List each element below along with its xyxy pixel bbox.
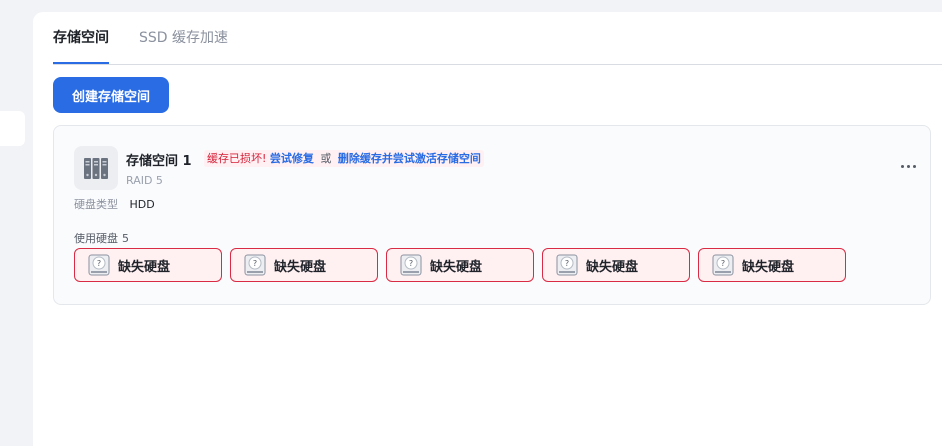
disk-slot[interactable]: ? 缺失硬盘: [698, 248, 846, 282]
svg-text:?: ?: [565, 259, 569, 268]
used-disks-count: 5: [122, 232, 129, 245]
tab-storage-space[interactable]: 存储空间: [53, 12, 109, 64]
used-disks-label: 使用硬盘: [74, 232, 118, 245]
svg-text:?: ?: [253, 259, 257, 268]
delete-cache-link[interactable]: 删除缓存并尝试激活存储空间: [338, 152, 481, 165]
storage-volume-icon: [74, 146, 118, 190]
repair-link[interactable]: 尝试修复: [270, 152, 314, 165]
svg-text:?: ?: [721, 259, 725, 268]
storage-volume-card: 存储空间 1 缓存已损坏! 尝试修复 或 删除缓存并尝试激活存储空间 RAID …: [53, 125, 931, 305]
create-storage-space-button[interactable]: 创建存储空间: [53, 77, 169, 113]
cache-error-text: 缓存已损坏!: [207, 152, 267, 165]
disk-label: 缺失硬盘: [118, 259, 171, 275]
volume-name: 存储空间 1: [126, 154, 192, 169]
disk-slot[interactable]: ? 缺失硬盘: [386, 248, 534, 282]
main-panel: 存储空间 SSD 缓存加速 创建存储空间 存储空间 1 缓存已损坏! 尝试修复 …: [33, 12, 942, 446]
svg-text:?: ?: [97, 259, 101, 268]
missing-disk-icon: ?: [556, 254, 578, 276]
disk-label: 缺失硬盘: [430, 259, 483, 275]
left-panel-stub: [0, 111, 25, 146]
disk-label: 缺失硬盘: [586, 259, 639, 275]
tab-ssd-cache[interactable]: SSD 缓存加速: [139, 12, 228, 64]
disk-label: 缺失硬盘: [274, 259, 327, 275]
missing-disk-icon: ?: [88, 254, 110, 276]
cache-alert: 缓存已损坏! 尝试修复 或 删除缓存并尝试激活存储空间: [204, 150, 484, 167]
svg-text:?: ?: [409, 259, 413, 268]
raid-level: RAID 5: [126, 174, 163, 187]
tab-divider: [53, 64, 942, 65]
disk-slot[interactable]: ? 缺失硬盘: [74, 248, 222, 282]
disk-type-value: HDD: [129, 198, 155, 211]
or-text: 或: [320, 152, 332, 165]
more-options-icon[interactable]: [896, 156, 920, 176]
disk-type-row: 硬盘类型 HDD: [74, 196, 155, 212]
missing-disk-icon: ?: [244, 254, 266, 276]
used-disks-row: 使用硬盘 5: [74, 230, 129, 246]
disk-type-label: 硬盘类型: [74, 198, 118, 211]
disk-list: ? 缺失硬盘 ? 缺失硬盘 ? 缺失硬盘 ? 缺失硬盘 ? 缺失硬盘: [74, 248, 846, 282]
disk-slot[interactable]: ? 缺失硬盘: [542, 248, 690, 282]
tab-bar: 存储空间 SSD 缓存加速: [53, 12, 942, 64]
missing-disk-icon: ?: [712, 254, 734, 276]
disk-slot[interactable]: ? 缺失硬盘: [230, 248, 378, 282]
disk-label: 缺失硬盘: [742, 259, 795, 275]
missing-disk-icon: ?: [400, 254, 422, 276]
